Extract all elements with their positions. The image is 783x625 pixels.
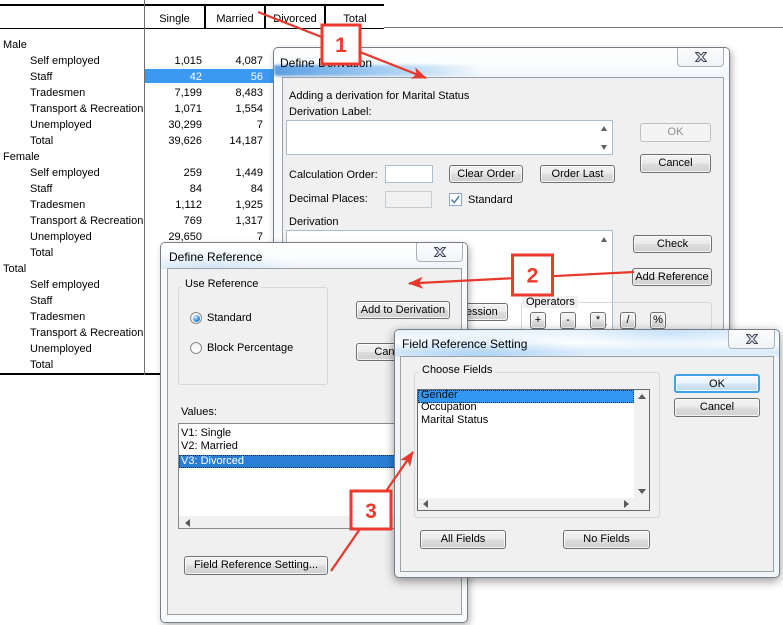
svg-text:2: 2 — [527, 265, 539, 288]
svg-text:3: 3 — [365, 500, 377, 523]
svg-text:1: 1 — [335, 34, 347, 57]
